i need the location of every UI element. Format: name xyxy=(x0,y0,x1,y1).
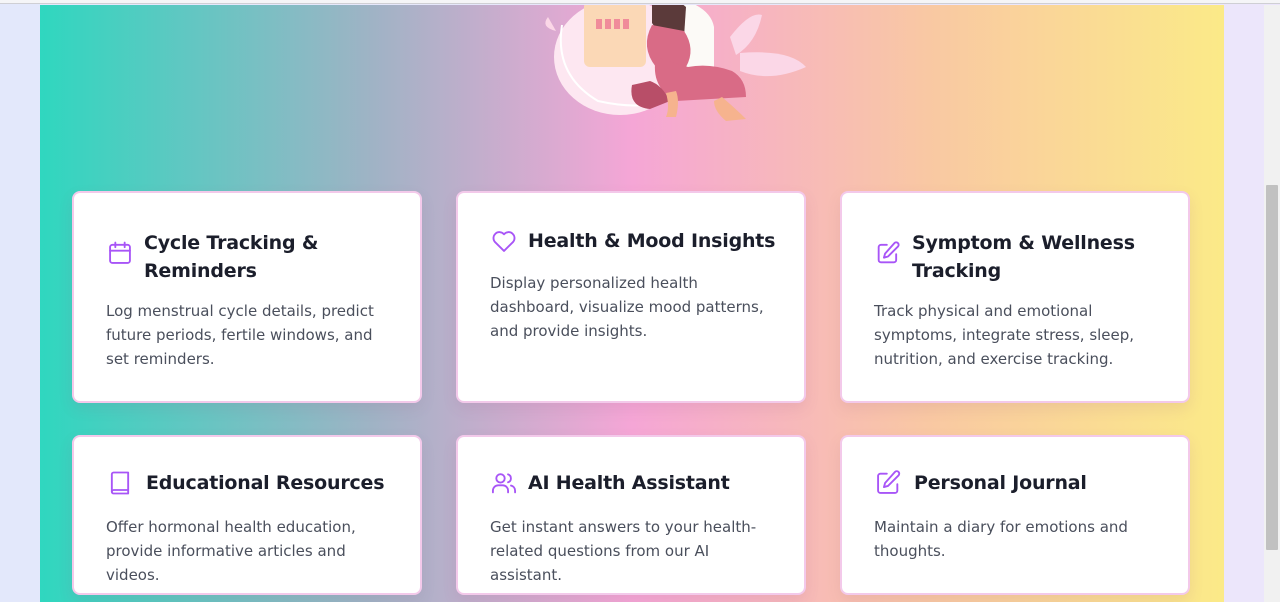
feature-title: Health & Mood Insights xyxy=(528,230,776,252)
feature-card-health-mood[interactable]: Health & Mood Insights Display personali… xyxy=(456,191,806,403)
vertical-scrollbar[interactable] xyxy=(1264,5,1280,602)
feature-card-educational-resources[interactable]: Educational Resources Offer hormonal hea… xyxy=(72,435,422,595)
journal-edit-icon xyxy=(877,470,901,494)
users-icon xyxy=(491,473,517,494)
book-icon xyxy=(110,471,130,495)
feature-card-cycle-tracking[interactable]: Cycle Tracking & Reminders Log menstrual… xyxy=(72,191,422,403)
feature-description: Get instant answers to your health-relat… xyxy=(490,518,757,584)
features-section: Cycle Tracking & Reminders Log menstrual… xyxy=(40,5,1224,602)
scrollbar-thumb[interactable] xyxy=(1266,185,1278,550)
feature-description: Track physical and emotional symptoms, i… xyxy=(874,302,1135,368)
heart-icon xyxy=(492,231,516,252)
feature-card-personal-journal[interactable]: Personal Journal Maintain a diary for em… xyxy=(840,435,1190,595)
feature-title: Personal Journal xyxy=(914,472,1087,494)
feature-card-ai-assistant[interactable]: AI Health Assistant Get instant answers … xyxy=(456,435,806,595)
calendar-icon xyxy=(109,241,131,264)
feature-description: Log menstrual cycle details, predict fut… xyxy=(106,302,374,368)
feature-card-symptom-wellness[interactable]: Symptom & Wellness Tracking Track physic… xyxy=(840,191,1190,403)
feature-description: Maintain a diary for emotions and though… xyxy=(874,518,1128,560)
feature-title: Cycle Tracking & Reminders xyxy=(144,232,319,282)
edit-icon xyxy=(877,241,900,264)
browser-top-edge xyxy=(0,0,1280,4)
feature-description: Offer hormonal health education, provide… xyxy=(106,518,356,584)
feature-title: AI Health Assistant xyxy=(528,472,730,494)
feature-description: Display personalized health dashboard, v… xyxy=(490,274,764,340)
feature-title: Symptom & Wellness Tracking xyxy=(912,232,1135,282)
feature-title: Educational Resources xyxy=(146,472,385,494)
woman-with-calendar-illustration xyxy=(545,5,806,121)
